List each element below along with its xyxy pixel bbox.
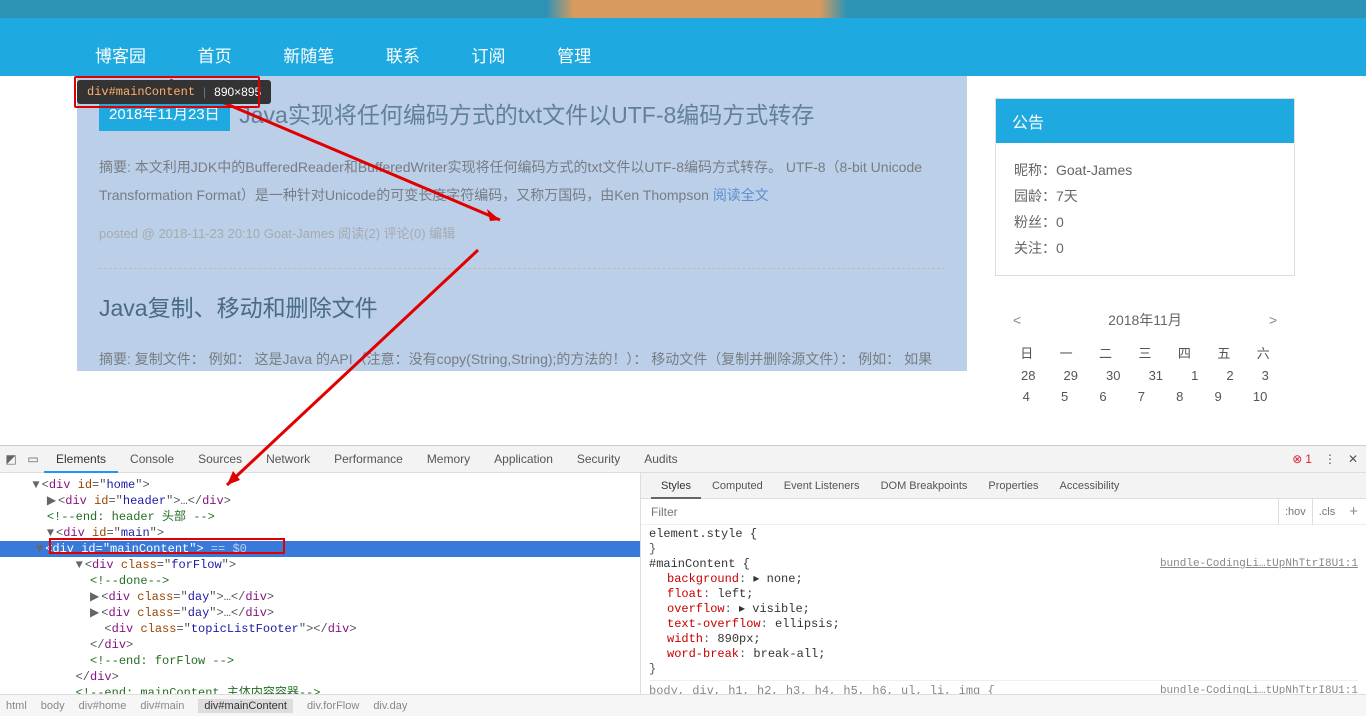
cal-prev[interactable]: < [1013, 312, 1021, 328]
cal-row[interactable]: 28293031123 [1007, 365, 1283, 386]
tab-performance[interactable]: Performance [322, 446, 415, 473]
nav-home[interactable]: 首页 [198, 42, 232, 67]
add-rule-icon[interactable]: + [1341, 503, 1366, 520]
post-summary: 摘要: 本文利用JDK中的BufferedReader和BufferedWrit… [99, 153, 945, 209]
profile-body: 昵称：Goat-James 园龄：7天 粉丝：0 关注：0 [996, 143, 1294, 275]
post-separator [99, 268, 945, 269]
calendar-box: < 2018年11月 > 日一二三四五六 28293031123 4567891… [995, 304, 1295, 417]
devtools-tabs: ◩ ▭ Elements Console Sources Network Per… [0, 446, 1366, 473]
tab-console[interactable]: Console [118, 446, 186, 473]
styles-panel: Styles Computed Event Listeners DOM Brea… [640, 473, 1366, 694]
devtools-close-icon[interactable]: ✕ [1348, 452, 1358, 466]
sp-tab-dombp[interactable]: DOM Breakpoints [871, 473, 978, 499]
styles-tabs: Styles Computed Event Listeners DOM Brea… [641, 473, 1366, 499]
announce-box: 公告 昵称：Goat-James 园龄：7天 粉丝：0 关注：0 [995, 98, 1295, 276]
tab-audits[interactable]: Audits [632, 446, 689, 473]
tab-security[interactable]: Security [565, 446, 632, 473]
dom-breadcrumbs[interactable]: html body div#home div#main div#mainCont… [0, 694, 1366, 716]
cal-row[interactable]: 45678910 [1007, 386, 1283, 407]
annotation-box-tooltip [74, 76, 260, 108]
main-content-highlighted: 2018年11月23日 Java实现将任何编码方式的txt文件以UTF-8编码方… [77, 76, 967, 371]
cls-toggle[interactable]: .cls [1312, 499, 1342, 525]
inspect-icon[interactable]: ◩ [0, 452, 22, 466]
styles-rules[interactable]: element.style { } bundle-CodingLi…tUpNhT… [641, 525, 1366, 694]
post-1: 2018年11月23日 Java实现将任何编码方式的txt文件以UTF-8编码方… [99, 96, 945, 242]
styles-filter-input[interactable] [641, 505, 1278, 519]
hov-toggle[interactable]: :hov [1278, 499, 1312, 525]
nav-newpost[interactable]: 新随笔 [283, 42, 334, 67]
post-meta: posted @ 2018-11-23 20:10 Goat-James 阅读(… [99, 223, 945, 242]
sp-tab-props[interactable]: Properties [978, 473, 1048, 499]
nav-bar: 博客园 首页 新随笔 联系 订阅 管理 div#mainContent | 89… [0, 18, 1366, 76]
devtools: ◩ ▭ Elements Console Sources Network Per… [0, 445, 1366, 716]
post-title[interactable]: Java复制、移动和删除文件 [99, 289, 945, 323]
dom-tree[interactable]: ⋯ ▼<div id="home"> ▶<div id="header">…</… [0, 473, 640, 694]
sp-tab-a11y[interactable]: Accessibility [1050, 473, 1130, 499]
error-badge[interactable]: ⊗ 1 [1292, 452, 1312, 466]
post-title[interactable]: Java实现将任何编码方式的txt文件以UTF-8编码方式转存 [239, 102, 814, 128]
post-2: Java复制、移动和删除文件 摘要: 复制文件： 例如： 这是Java 的API… [99, 289, 945, 371]
tab-application[interactable]: Application [482, 446, 565, 473]
post-summary: 摘要: 复制文件： 例如： 这是Java 的API（注意：没有copy(Stri… [99, 345, 945, 371]
nav-admin[interactable]: 管理 [557, 42, 591, 67]
sp-tab-events[interactable]: Event Listeners [774, 473, 870, 499]
devtools-menu-icon[interactable]: ⋮ [1324, 452, 1336, 466]
sidebar: 公告 昵称：Goat-James 园龄：7天 粉丝：0 关注：0 < 2018年… [995, 76, 1295, 445]
styles-filter-bar: :hov .cls + [641, 499, 1366, 525]
cal-weekdays: 日一二三四五六 [1007, 340, 1283, 365]
tab-elements[interactable]: Elements [44, 446, 118, 473]
cal-next[interactable]: > [1269, 312, 1277, 328]
breakpoint-gutter[interactable]: ⋯ [2, 543, 16, 559]
tab-memory[interactable]: Memory [415, 446, 482, 473]
sp-tab-styles[interactable]: Styles [651, 473, 701, 499]
page-banner [0, 0, 1366, 18]
nav-contact[interactable]: 联系 [386, 42, 420, 67]
cal-title: 2018年11月 [1108, 310, 1182, 330]
read-full-link[interactable]: 阅读全文 [713, 187, 769, 203]
device-icon[interactable]: ▭ [22, 452, 44, 466]
announce-head: 公告 [996, 99, 1294, 143]
nav-cnblogs[interactable]: 博客园 [95, 42, 146, 67]
sp-tab-computed[interactable]: Computed [702, 473, 773, 499]
main-wrap: 2018年11月23日 Java实现将任何编码方式的txt文件以UTF-8编码方… [0, 76, 1366, 445]
annotation-box-domline [49, 538, 285, 554]
tab-sources[interactable]: Sources [186, 446, 254, 473]
nav-rss[interactable]: 订阅 [472, 42, 506, 67]
tab-network[interactable]: Network [254, 446, 322, 473]
